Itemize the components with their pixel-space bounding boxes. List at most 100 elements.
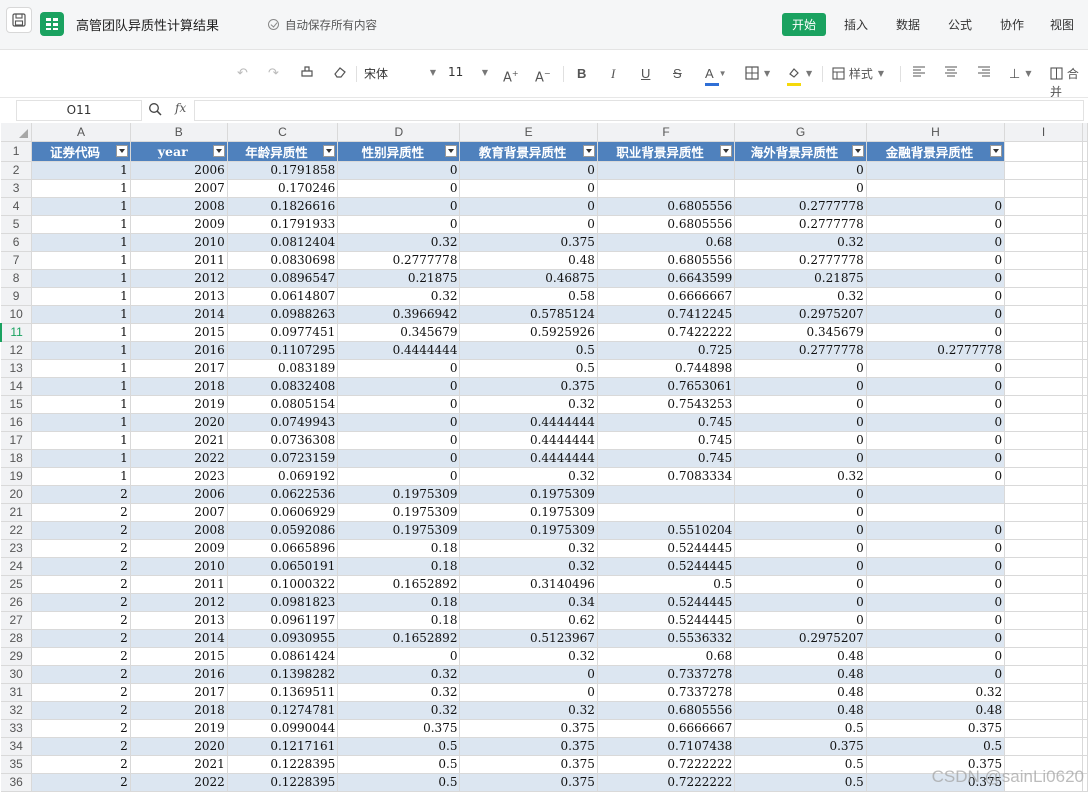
row-header[interactable]: 26 xyxy=(1,593,33,612)
data-cell[interactable]: 0 xyxy=(734,377,867,396)
data-cell[interactable]: 0 xyxy=(337,449,461,468)
data-cell[interactable]: 0.4444444 xyxy=(459,449,598,468)
data-cell[interactable]: 0 xyxy=(866,287,1006,306)
data-cell[interactable]: 0.725 xyxy=(597,341,736,360)
data-cell[interactable]: 0.7222222 xyxy=(597,755,736,774)
data-cell[interactable]: 0.375 xyxy=(459,719,598,738)
data-cell[interactable]: 0.32 xyxy=(734,467,867,486)
empty-cell[interactable] xyxy=(1004,431,1083,450)
data-cell[interactable]: 0.68 xyxy=(597,233,736,252)
data-cell[interactable]: 2 xyxy=(31,629,131,648)
row-header[interactable]: 27 xyxy=(1,611,33,630)
data-cell[interactable]: 2 xyxy=(31,773,131,792)
column-header-i[interactable]: I xyxy=(1004,123,1083,142)
underline-icon[interactable]: U xyxy=(641,65,650,83)
data-cell[interactable]: 0.1975309 xyxy=(459,503,598,522)
empty-cell[interactable] xyxy=(1082,215,1088,234)
data-cell[interactable]: 0.0977451 xyxy=(227,323,339,342)
data-cell[interactable]: 0 xyxy=(734,521,867,540)
data-cell[interactable]: 0.32 xyxy=(459,467,598,486)
data-cell[interactable]: 0.375 xyxy=(459,377,598,396)
data-cell[interactable]: 0.48 xyxy=(866,701,1006,720)
filter-dropdown-icon[interactable] xyxy=(115,144,128,157)
data-cell[interactable]: 0.069192 xyxy=(227,467,339,486)
data-cell[interactable]: 0.1369511 xyxy=(227,683,339,702)
data-cell[interactable]: 2 xyxy=(31,755,131,774)
data-cell[interactable]: 2017 xyxy=(130,359,228,378)
data-cell[interactable]: 0 xyxy=(866,467,1006,486)
empty-cell[interactable] xyxy=(1004,413,1083,432)
data-cell[interactable] xyxy=(597,161,736,180)
data-cell[interactable]: 0.48 xyxy=(734,665,867,684)
column-header-c[interactable]: C xyxy=(227,123,339,142)
data-cell[interactable]: 0.3966942 xyxy=(337,305,461,324)
data-cell[interactable]: 1 xyxy=(31,341,131,360)
data-cell[interactable]: 2014 xyxy=(130,305,228,324)
data-cell[interactable]: 0 xyxy=(734,395,867,414)
data-cell[interactable]: 2 xyxy=(31,539,131,558)
data-cell[interactable]: 1 xyxy=(31,179,131,198)
data-cell[interactable]: 2 xyxy=(31,683,131,702)
data-cell[interactable]: 0.68 xyxy=(597,647,736,666)
data-cell[interactable]: 0.5 xyxy=(734,773,867,792)
data-cell[interactable]: 0.745 xyxy=(597,431,736,450)
header-cell[interactable]: 金融背景异质性 xyxy=(866,141,1006,162)
row-header[interactable]: 29 xyxy=(1,647,33,666)
data-cell[interactable]: 2020 xyxy=(130,413,228,432)
row-header[interactable]: 8 xyxy=(1,269,33,288)
data-cell[interactable]: 0.375 xyxy=(459,737,598,756)
data-cell[interactable]: 0.0961197 xyxy=(227,611,339,630)
empty-cell[interactable] xyxy=(1082,557,1088,576)
format-painter-icon[interactable] xyxy=(300,65,314,83)
data-cell[interactable]: 0.4444444 xyxy=(459,413,598,432)
data-cell[interactable]: 0 xyxy=(734,485,867,504)
data-cell[interactable]: 0.1228395 xyxy=(227,755,339,774)
data-cell[interactable]: 0.32 xyxy=(337,701,461,720)
data-cell[interactable]: 0 xyxy=(866,323,1006,342)
data-cell[interactable]: 0 xyxy=(459,665,598,684)
row-header[interactable]: 35 xyxy=(1,755,33,774)
empty-cell[interactable] xyxy=(1004,395,1083,414)
empty-cell[interactable] xyxy=(1082,431,1088,450)
empty-cell[interactable] xyxy=(1004,467,1083,486)
row-header[interactable]: 9 xyxy=(1,287,33,306)
data-cell[interactable]: 0 xyxy=(866,539,1006,558)
data-cell[interactable]: 0.32 xyxy=(337,287,461,306)
data-cell[interactable]: 0.48 xyxy=(734,647,867,666)
data-cell[interactable]: 0 xyxy=(734,449,867,468)
data-cell[interactable]: 0.32 xyxy=(459,701,598,720)
data-cell[interactable]: 0.375 xyxy=(459,233,598,252)
filter-dropdown-icon[interactable] xyxy=(323,144,336,157)
data-cell[interactable]: 2011 xyxy=(130,575,228,594)
row-header[interactable]: 23 xyxy=(1,539,33,558)
filter-dropdown-icon[interactable] xyxy=(445,144,458,157)
data-cell[interactable] xyxy=(597,485,736,504)
data-cell[interactable]: 0.1975309 xyxy=(337,485,461,504)
empty-cell[interactable] xyxy=(1082,629,1088,648)
empty-cell[interactable] xyxy=(1082,737,1088,756)
data-cell[interactable]: 2013 xyxy=(130,611,228,630)
data-cell[interactable]: 0.7337278 xyxy=(597,683,736,702)
data-cell[interactable]: 0 xyxy=(337,359,461,378)
empty-cell[interactable] xyxy=(1082,233,1088,252)
data-cell[interactable]: 0.32 xyxy=(337,665,461,684)
data-cell[interactable]: 0.5536332 xyxy=(597,629,736,648)
increase-font-icon[interactable]: A+ xyxy=(503,65,519,85)
data-cell[interactable]: 2012 xyxy=(130,269,228,288)
data-cell[interactable]: 0 xyxy=(734,611,867,630)
empty-cell[interactable] xyxy=(1004,305,1083,324)
empty-cell[interactable] xyxy=(1082,719,1088,738)
data-cell[interactable]: 0.48 xyxy=(734,701,867,720)
data-cell[interactable]: 0.345679 xyxy=(734,323,867,342)
data-cell[interactable]: 0 xyxy=(734,503,867,522)
data-cell[interactable] xyxy=(597,179,736,198)
data-cell[interactable]: 0.1975309 xyxy=(337,521,461,540)
row-header[interactable]: 7 xyxy=(1,251,33,270)
column-header-overflow[interactable] xyxy=(1082,123,1088,142)
data-cell[interactable]: 0 xyxy=(866,575,1006,594)
row-header[interactable]: 36 xyxy=(1,773,33,792)
data-cell[interactable]: 0 xyxy=(866,629,1006,648)
empty-cell[interactable] xyxy=(1004,737,1083,756)
empty-cell[interactable] xyxy=(1004,179,1083,198)
data-cell[interactable]: 2021 xyxy=(130,755,228,774)
